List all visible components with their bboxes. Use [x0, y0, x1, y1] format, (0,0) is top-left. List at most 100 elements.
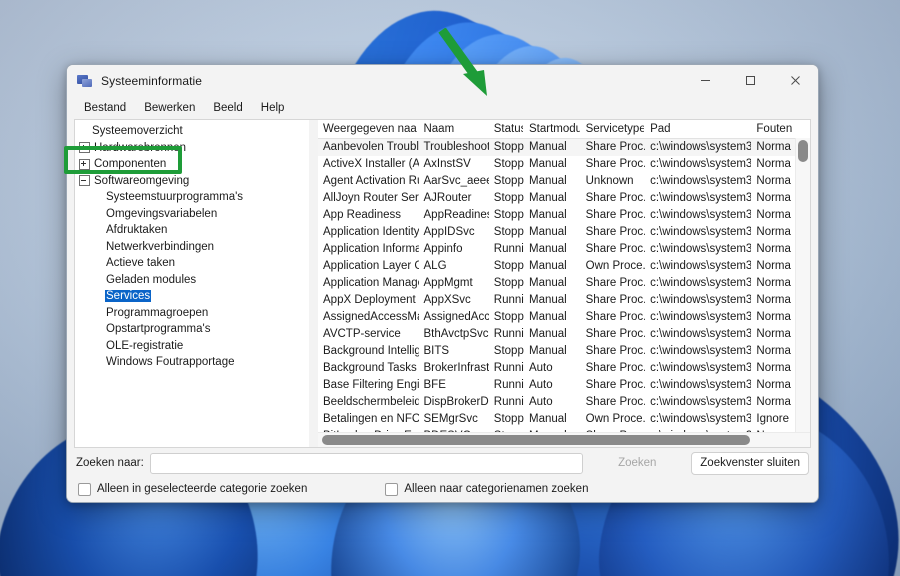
table-row[interactable]: Application InformationAppinfoRunni...Ma…	[318, 241, 810, 258]
table-cell: Background Tasks Infra...	[318, 360, 419, 377]
table-cell: Stopp...	[489, 156, 524, 173]
table-cell: c:\windows\system32\...	[645, 173, 751, 190]
tree-item-netwerkverbindingen[interactable]: Netwerkverbindingen	[75, 239, 309, 256]
table-cell: Stopp...	[489, 207, 524, 224]
tree-item-hardwarebronnen[interactable]: Hardwarebronnen	[75, 140, 309, 157]
tree-item-label: Programmagroepen	[105, 307, 209, 319]
services-list-pane: Weergegeven naamNaamStatusStartmodusServ…	[318, 119, 811, 448]
tree-item-componenten[interactable]: Componenten	[75, 156, 309, 173]
list-header-row: Weergegeven naamNaamStatusStartmodusServ…	[318, 120, 810, 139]
horizontal-scrollbar-thumb[interactable]	[322, 435, 750, 445]
table-cell: AxInstSV	[419, 156, 489, 173]
tree-item-services[interactable]: Services	[75, 288, 309, 305]
menu-item-bestand[interactable]: Bestand	[76, 100, 134, 116]
table-row[interactable]: Base Filtering EngineBFERunni...AutoShar…	[318, 377, 810, 394]
column-header-fouten[interactable]: Fouten	[751, 120, 810, 138]
tree-item-label: Geladen modules	[105, 274, 197, 286]
tree-item-windows-foutrapportage[interactable]: Windows Foutrapportage	[75, 354, 309, 371]
column-header-weergegeven-naam[interactable]: Weergegeven naam	[318, 120, 418, 138]
menu-item-beeld[interactable]: Beeld	[205, 100, 250, 116]
table-cell: Share Proc...	[581, 224, 645, 241]
checkbox-category-names-only[interactable]: Alleen naar categorienamen zoeken	[385, 483, 588, 496]
search-input[interactable]	[150, 453, 583, 474]
table-cell: AppXSvc	[419, 292, 489, 309]
tree-item-programmagroepen[interactable]: Programmagroepen	[75, 305, 309, 322]
tree-item-opstartprogramma-s[interactable]: Opstartprogramma's	[75, 321, 309, 338]
table-cell: Runni...	[489, 360, 524, 377]
table-row[interactable]: Background Intelligent...BITSStopp...Man…	[318, 343, 810, 360]
tree-item-systeemoverzicht[interactable]: Systeemoverzicht	[75, 123, 309, 140]
table-row[interactable]: Application Managem...AppMgmtStopp...Man…	[318, 275, 810, 292]
table-row[interactable]: Beeldschermbeleidsser...DispBrokerDe...R…	[318, 394, 810, 411]
checkbox-selected-category-only[interactable]: Alleen in geselecteerde categorie zoeken	[78, 483, 307, 496]
tree-item-omgevingsvariabelen[interactable]: Omgevingsvariabelen	[75, 206, 309, 223]
tree-item-label: Omgevingsvariabelen	[105, 208, 218, 220]
column-header-pad[interactable]: Pad	[645, 120, 751, 138]
table-row[interactable]: Aanbevolen Troublesh...Troubleshooti...S…	[318, 139, 810, 156]
table-cell: c:\windows\system32\...	[645, 275, 751, 292]
menu-item-bewerken[interactable]: Bewerken	[136, 100, 203, 116]
close-button[interactable]	[773, 65, 818, 96]
table-cell: SEMgrSvc	[419, 411, 489, 428]
tree-item-systeemstuurprogramma-s[interactable]: Systeemstuurprogramma's	[75, 189, 309, 206]
tree-item-label: Afdruktaken	[105, 224, 168, 236]
column-header-startmodus[interactable]: Startmodus	[524, 120, 581, 138]
table-row[interactable]: App ReadinessAppReadinessStopp...ManualS…	[318, 207, 810, 224]
table-cell: Manual	[524, 207, 581, 224]
minimize-button[interactable]	[683, 65, 728, 96]
table-row[interactable]: Background Tasks Infra...BrokerInfrastr.…	[318, 360, 810, 377]
tree-item-actieve-taken[interactable]: Actieve taken	[75, 255, 309, 272]
table-cell: Unknown	[581, 173, 645, 190]
table-row[interactable]: Agent Activation Runti...AarSvc_aeeecSto…	[318, 173, 810, 190]
table-row[interactable]: AppX Deployment Ser...AppXSvcRunni...Man…	[318, 292, 810, 309]
table-cell: DispBrokerDe...	[419, 394, 489, 411]
column-header-naam[interactable]: Naam	[418, 120, 488, 138]
tree-item-softwareomgeving[interactable]: Softwareomgeving	[75, 173, 309, 190]
desktop: Systeeminformatie Bestand Bewerken Beeld…	[0, 0, 900, 576]
table-cell: Runni...	[489, 292, 524, 309]
table-row[interactable]: AVCTP-serviceBthAvctpSvcRunni...ManualSh…	[318, 326, 810, 343]
expand-icon[interactable]	[79, 142, 90, 153]
vertical-scrollbar-thumb[interactable]	[798, 140, 808, 162]
search-label: Zoeken naar:	[76, 457, 150, 469]
menu-bar: Bestand Bewerken Beeld Help	[67, 96, 818, 119]
table-cell: Share Proc...	[581, 275, 645, 292]
close-search-button[interactable]: Zoekvenster sluiten	[691, 452, 809, 475]
menu-item-help[interactable]: Help	[253, 100, 293, 116]
table-cell: Manual	[524, 275, 581, 292]
column-header-servicetype[interactable]: Servicetype	[581, 120, 645, 138]
pane-splitter[interactable]	[309, 119, 318, 448]
table-row[interactable]: Application Layer Gate...ALGStopp...Manu…	[318, 258, 810, 275]
table-cell: Background Intelligent...	[318, 343, 419, 360]
table-cell: c:\windows\system32\...	[645, 190, 751, 207]
tree-item-label: Services	[105, 290, 151, 302]
system-information-window: Systeeminformatie Bestand Bewerken Beeld…	[66, 64, 819, 503]
table-row[interactable]: AllJoyn Router ServiceAJRouterStopp...Ma…	[318, 190, 810, 207]
table-row[interactable]: ActiveX Installer (AxInst...AxInstSVStop…	[318, 156, 810, 173]
collapse-icon[interactable]	[79, 175, 90, 186]
tree-item-ole-registratie[interactable]: OLE-registratie	[75, 338, 309, 355]
table-cell: Manual	[524, 241, 581, 258]
title-bar: Systeeminformatie	[67, 65, 818, 96]
table-cell: c:\windows\system32\...	[645, 139, 751, 156]
maximize-button[interactable]	[728, 65, 773, 96]
table-cell: c:\windows\system32\...	[645, 224, 751, 241]
tree-item-geladen-modules[interactable]: Geladen modules	[75, 272, 309, 289]
table-cell: Runni...	[489, 377, 524, 394]
column-header-status[interactable]: Status	[489, 120, 524, 138]
table-row[interactable]: Application IdentityAppIDSvcStopp...Manu…	[318, 224, 810, 241]
table-cell: Application Identity	[318, 224, 419, 241]
table-row[interactable]: AssignedAccessManag...AssignedAcce...Sto…	[318, 309, 810, 326]
horizontal-scrollbar[interactable]	[318, 432, 810, 447]
table-cell: c:\windows\system32\...	[645, 292, 751, 309]
list-rows: Aanbevolen Troublesh...Troubleshooti...S…	[318, 139, 810, 447]
vertical-scrollbar[interactable]	[795, 138, 810, 433]
table-cell: Manual	[524, 139, 581, 156]
table-row[interactable]: Betalingen en NFC/SE ...SEMgrSvcStopp...…	[318, 411, 810, 428]
search-bar: Zoeken naar: Zoeken Zoekvenster sluiten …	[67, 448, 818, 502]
system-information-icon	[77, 73, 93, 89]
find-button[interactable]: Zoeken	[593, 452, 681, 475]
table-cell: Share Proc...	[581, 394, 645, 411]
expand-icon[interactable]	[79, 159, 90, 170]
tree-item-afdruktaken[interactable]: Afdruktaken	[75, 222, 309, 239]
